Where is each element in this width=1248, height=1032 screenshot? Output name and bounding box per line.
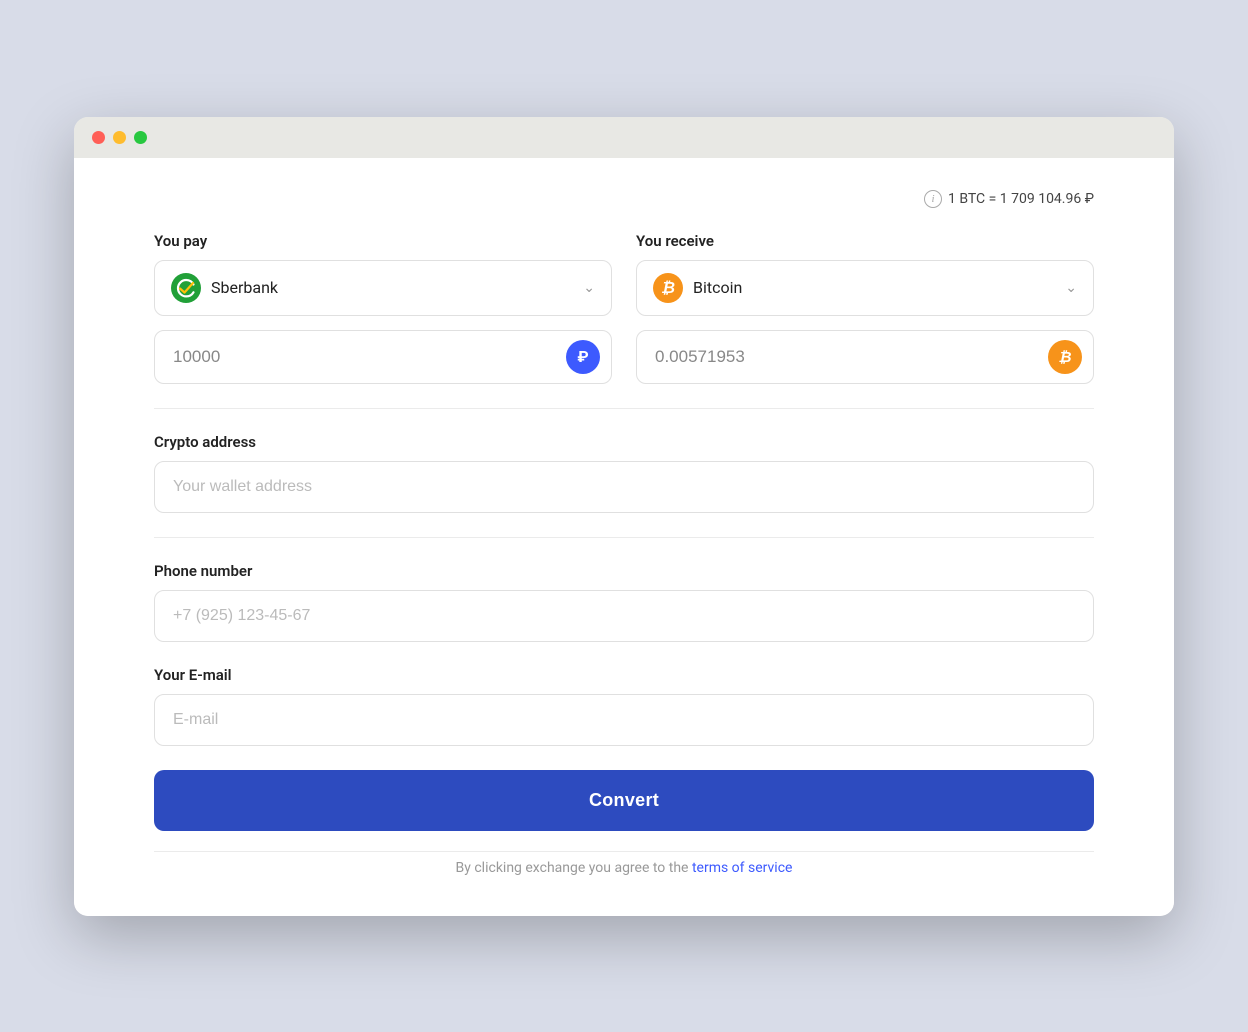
phone-number-label: Phone number <box>154 562 1094 580</box>
ruble-badge: ₽ <box>566 340 600 374</box>
email-input[interactable] <box>154 694 1094 746</box>
browser-titlebar <box>74 117 1174 158</box>
browser-window: i 1 BTC = 1 709 104.96 ₽ You pay Sberban… <box>74 117 1174 916</box>
crypto-address-field: Crypto address <box>154 433 1094 513</box>
chevron-down-icon: ⌄ <box>1065 280 1077 296</box>
footer-note: By clicking exchange you agree to the te… <box>154 851 1094 876</box>
bank-name: Sberbank <box>211 278 573 297</box>
bitcoin-icon: ₿ <box>653 273 683 303</box>
divider-2 <box>154 537 1094 538</box>
you-receive-label: You receive <box>636 232 1094 250</box>
receive-amount-input[interactable] <box>636 330 1094 384</box>
you-receive-column: You receive ₿ Bitcoin ⌄ ₿ <box>636 232 1094 384</box>
divider-1 <box>154 408 1094 409</box>
footer-text: By clicking exchange you agree to the <box>456 860 692 876</box>
you-pay-column: You pay Sberbank ⌄ ₽ <box>154 232 612 384</box>
rate-info-icon: i <box>924 190 942 208</box>
email-field-wrapper: Your E-mail <box>154 666 1094 746</box>
maximize-button[interactable] <box>134 131 147 144</box>
crypto-name: Bitcoin <box>693 278 1055 297</box>
crypto-address-label: Crypto address <box>154 433 1094 451</box>
bank-selector[interactable]: Sberbank ⌄ <box>154 260 612 316</box>
receive-amount-group: ₿ <box>636 330 1094 384</box>
pay-amount-group: ₽ <box>154 330 612 384</box>
email-label: Your E-mail <box>154 666 1094 684</box>
phone-number-input[interactable] <box>154 590 1094 642</box>
close-button[interactable] <box>92 131 105 144</box>
convert-button[interactable]: Convert <box>154 770 1094 831</box>
rate-text: 1 BTC = 1 709 104.96 ₽ <box>948 191 1094 207</box>
terms-of-service-link[interactable]: terms of service <box>692 860 793 876</box>
sberbank-icon <box>171 273 201 303</box>
btc-badge: ₿ <box>1048 340 1082 374</box>
pay-amount-input[interactable] <box>154 330 612 384</box>
browser-content: i 1 BTC = 1 709 104.96 ₽ You pay Sberban… <box>74 158 1174 916</box>
crypto-address-input[interactable] <box>154 461 1094 513</box>
exchange-columns: You pay Sberbank ⌄ ₽ <box>154 232 1094 384</box>
crypto-selector[interactable]: ₿ Bitcoin ⌄ <box>636 260 1094 316</box>
phone-number-field: Phone number <box>154 562 1094 642</box>
minimize-button[interactable] <box>113 131 126 144</box>
you-pay-label: You pay <box>154 232 612 250</box>
chevron-down-icon: ⌄ <box>583 280 595 296</box>
rate-bar: i 1 BTC = 1 709 104.96 ₽ <box>154 190 1094 208</box>
